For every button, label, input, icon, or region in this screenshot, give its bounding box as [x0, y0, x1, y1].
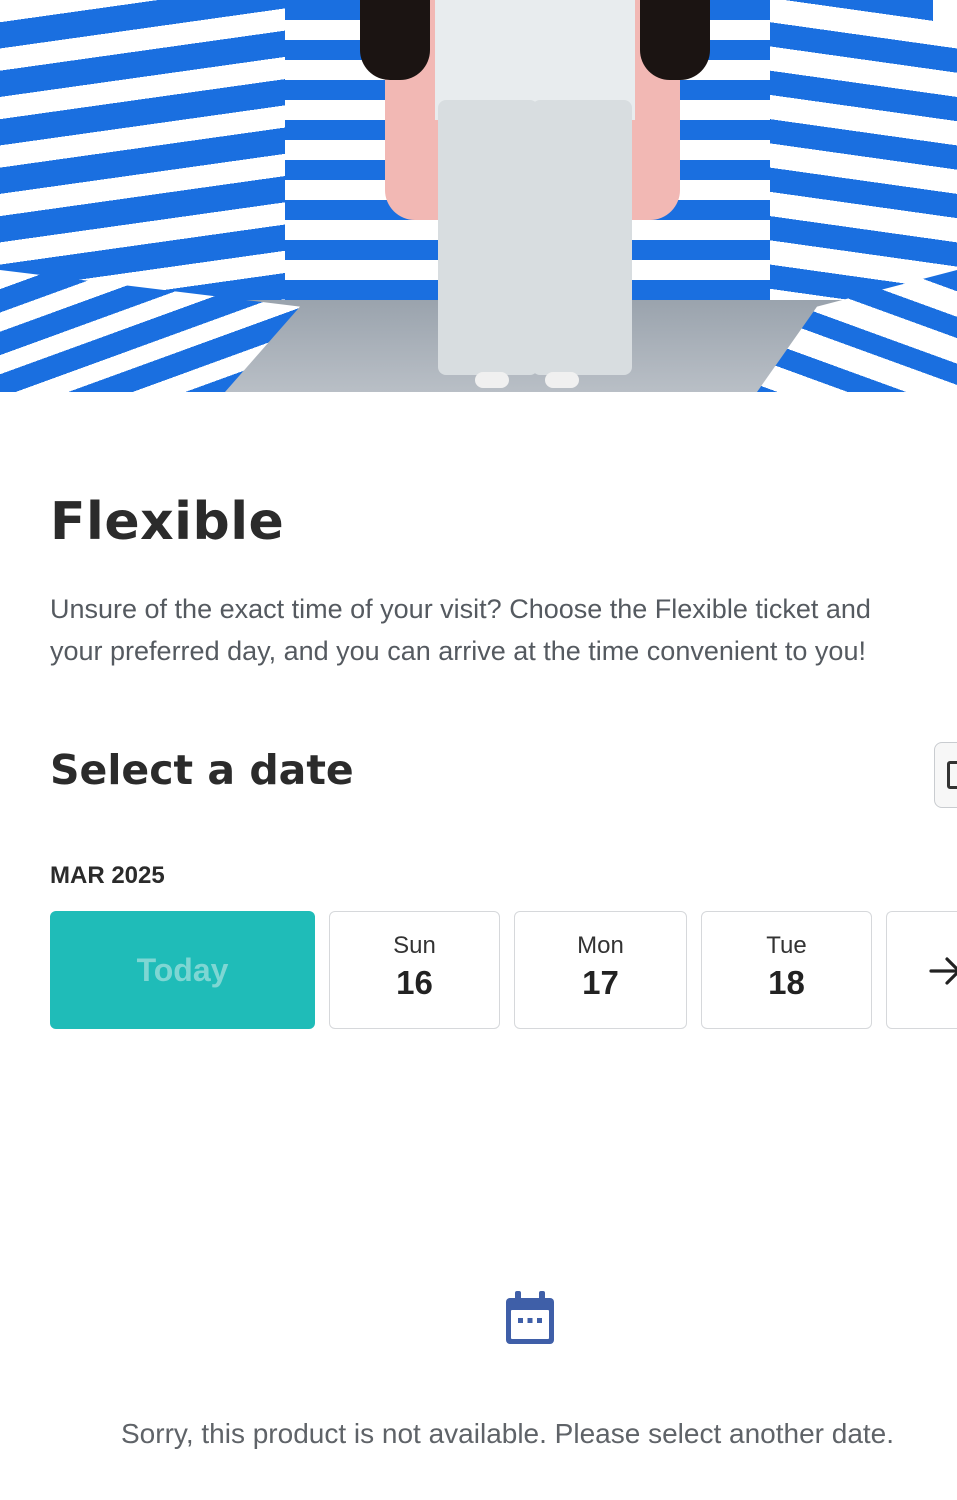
- hero-shoe-left: [475, 372, 509, 388]
- hero-hair-right: [640, 0, 710, 80]
- today-label: Today: [136, 951, 229, 988]
- product-title: Flexible: [50, 492, 285, 552]
- month-label: MAR 2025: [50, 862, 165, 889]
- calendar-icon: [947, 761, 957, 789]
- arrow-right-icon: [929, 957, 957, 985]
- hero-image: [0, 0, 957, 392]
- hero-hair-left: [360, 0, 430, 80]
- hero-shoe-right: [545, 372, 579, 388]
- date-option[interactable]: Mon 17: [514, 911, 687, 1029]
- date-day-number: 16: [396, 964, 433, 1001]
- hero-corner-button[interactable]: [933, 0, 957, 32]
- next-dates-button[interactable]: [886, 911, 957, 1029]
- date-weekday: Tue: [766, 932, 807, 959]
- unavailable-message: Sorry, this product is not available. Pl…: [121, 1418, 895, 1449]
- description-line-1: Unsure of the exact time of your visit? …: [50, 594, 871, 624]
- date-option-today[interactable]: Today: [50, 911, 315, 1029]
- date-option[interactable]: Sun 16: [329, 911, 500, 1029]
- date-day-number: 18: [768, 964, 805, 1001]
- hero-pants-left: [438, 100, 538, 375]
- date-weekday: Mon: [577, 932, 624, 959]
- select-date-heading: Select a date: [50, 746, 354, 794]
- date-option[interactable]: Tue 18: [701, 911, 872, 1029]
- hero-pants-right: [532, 100, 632, 375]
- date-day-number: 17: [582, 964, 619, 1001]
- product-description: Unsure of the exact time of your visit? …: [50, 588, 955, 672]
- hero-figure: [360, 0, 710, 392]
- date-weekday: Sun: [393, 932, 436, 959]
- calendar-icon: [506, 1291, 554, 1344]
- description-line-2: your preferred day, and you can arrive a…: [50, 636, 866, 666]
- open-calendar-button[interactable]: [934, 742, 957, 808]
